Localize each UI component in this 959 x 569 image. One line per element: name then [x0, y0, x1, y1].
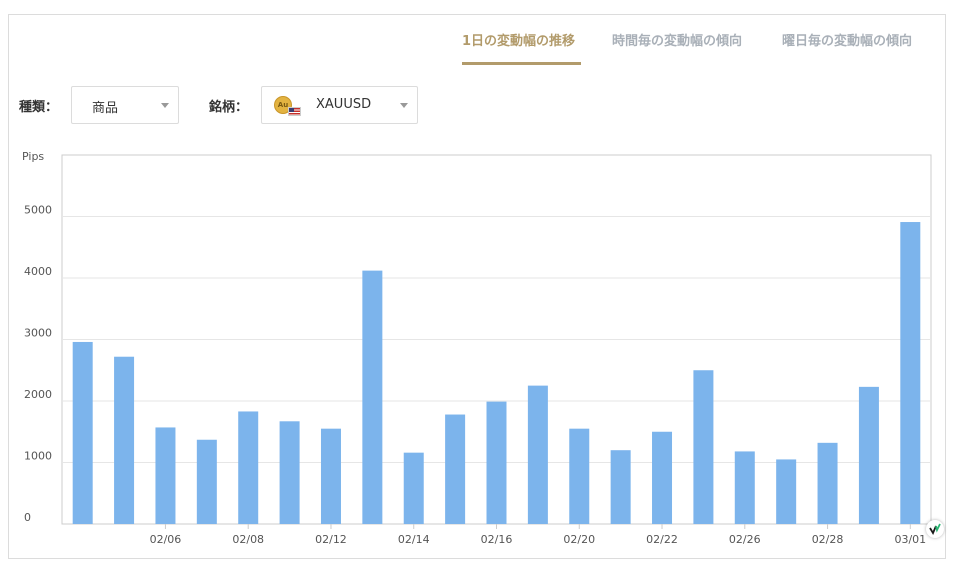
bar — [403, 452, 424, 524]
x-tick-label: 02/20 — [563, 533, 595, 546]
bar — [734, 451, 755, 524]
x-tick-label: 02/06 — [150, 533, 182, 546]
checkmark-icon — [929, 523, 941, 535]
bar — [114, 356, 135, 524]
bar — [362, 270, 383, 524]
x-tick-label: 02/22 — [646, 533, 678, 546]
y-tick-label: 1000 — [24, 450, 52, 463]
bar — [817, 442, 838, 524]
x-tick-label: 02/16 — [481, 533, 513, 546]
x-tick-label: 02/14 — [398, 533, 430, 546]
chart-widget-icon[interactable] — [926, 520, 944, 538]
y-tick-label: 0 — [24, 511, 31, 524]
bar — [320, 428, 341, 524]
bar — [693, 370, 714, 524]
bar — [72, 341, 93, 524]
bar — [155, 427, 176, 524]
bar — [486, 401, 507, 524]
bar — [776, 459, 797, 524]
x-tick-label: 02/26 — [729, 533, 761, 546]
bar — [238, 411, 259, 524]
bar — [652, 431, 673, 524]
bar — [900, 222, 921, 524]
bar — [569, 428, 590, 524]
x-tick-label: 02/28 — [812, 533, 844, 546]
x-tick-label: 02/12 — [315, 533, 347, 546]
y-tick-label: 5000 — [24, 204, 52, 217]
bar-chart: 0 1000 2000 3000 4000 5000 Pips 02/06 02/08 02/12… — [22, 150, 932, 546]
bar — [610, 450, 631, 524]
bar — [196, 439, 217, 524]
x-tick-label: 02/08 — [232, 533, 264, 546]
bar — [279, 421, 300, 524]
bar — [527, 385, 548, 524]
x-tick-label: 03/01 — [894, 533, 926, 546]
y-axis-label: Pips — [22, 150, 44, 163]
bar — [858, 386, 879, 524]
y-tick-label: 4000 — [24, 265, 52, 278]
y-tick-label: 2000 — [24, 388, 52, 401]
y-tick-label: 3000 — [24, 327, 52, 340]
bar — [445, 414, 466, 524]
